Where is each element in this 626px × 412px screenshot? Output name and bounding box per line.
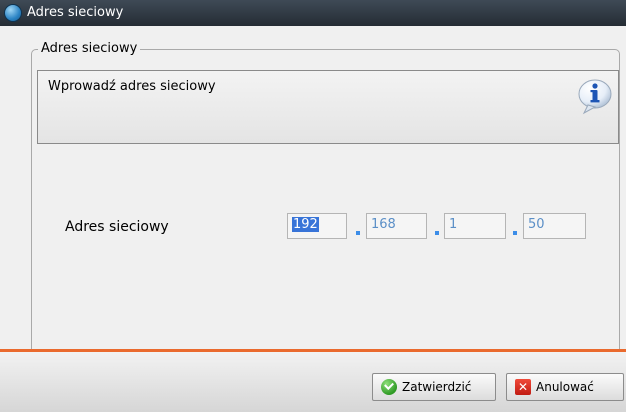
ip-octet-1-input[interactable]: 192 [287, 213, 347, 239]
info-message: Wprowadź adres sieciowy [48, 79, 216, 94]
cancel-button[interactable]: ✕ Anulować [506, 373, 624, 401]
dialog-footer: Zatwierdzić ✕ Anulować [0, 352, 626, 412]
ip-octet-4-value: 50 [528, 217, 545, 232]
confirm-button-label: Zatwierdzić [402, 380, 472, 394]
dialog-body: Adres sieciowy Wprowadź adres sieciowy A… [0, 26, 626, 412]
ip-separator-dot [513, 231, 517, 235]
title-bar[interactable]: Adres sieciowy [0, 0, 626, 26]
ip-octet-2-value: 168 [371, 217, 396, 232]
check-icon [381, 379, 397, 395]
cancel-button-label: Anulować [536, 380, 594, 394]
network-address-label: Adres sieciowy [65, 219, 169, 235]
app-icon [5, 5, 21, 21]
ip-separator-dot [435, 231, 439, 235]
groupbox-title: Adres sieciowy [38, 41, 141, 56]
info-icon [578, 79, 612, 115]
cancel-icon: ✕ [515, 379, 531, 395]
info-panel: Wprowadź adres sieciowy [37, 70, 619, 144]
ip-octet-2-input[interactable]: 168 [366, 213, 427, 239]
ip-octet-4-input[interactable]: 50 [523, 213, 586, 239]
ip-separator-dot [356, 231, 360, 235]
ip-octet-3-input[interactable]: 1 [444, 213, 506, 239]
ip-octet-3-value: 1 [449, 217, 458, 232]
window-title: Adres sieciowy [27, 5, 124, 20]
confirm-button[interactable]: Zatwierdzić [372, 373, 496, 401]
ip-octet-1-value: 192 [292, 217, 319, 232]
